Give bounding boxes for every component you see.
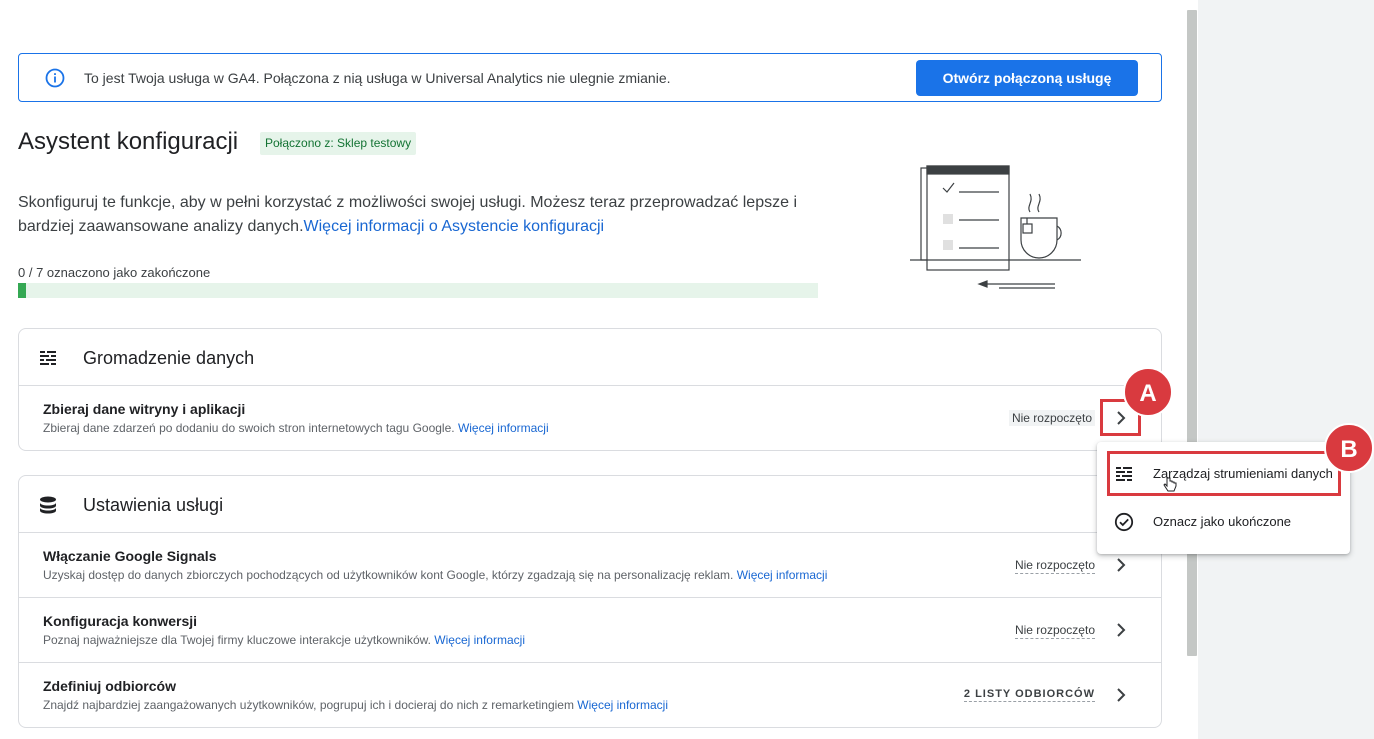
right-gutter [1198,0,1374,739]
setup-assistant-link[interactable]: Więcej informacji o Asystencie konfigura… [304,218,605,235]
section-property-settings: Ustawienia usługi Włączanie Google Signa… [18,475,1162,728]
section-header: Gromadzenie danych [19,329,1161,386]
connected-chip: Połączono z: Sklep testowy [260,132,417,155]
task-desc: Poznaj najważniejsze dla Twojej firmy kl… [43,633,525,647]
page-title: Asystent konfiguracji [18,128,239,155]
learn-more-link[interactable]: Więcej informacji [737,568,828,582]
status-badge: Nie rozpoczęto [1008,410,1095,426]
section-data-collection: Gromadzenie danych Zbieraj dane witryny … [18,328,1162,451]
status-badge: 2 LISTY ODBIORCÓW [963,688,1095,702]
task-desc-text: Poznaj najważniejsze dla Twojej firmy kl… [43,633,431,647]
task-desc-text: Uzyskaj dostęp do danych zbiorczych poch… [43,568,734,582]
task-title: Zbieraj dane witryny i aplikacji [43,401,246,417]
open-linked-property-button[interactable]: Otwórz połączoną usługę [916,60,1138,96]
task-desc-text: Znajdź najbardziej zaangażowanych użytko… [43,698,574,712]
progress-bar [18,283,818,298]
checklist-coffee-illustration [910,165,1081,289]
status-badge: Nie rozpoczęto [1014,558,1095,574]
check-circle-icon [1114,512,1134,532]
task-desc: Znajdź najbardziej zaangażowanych użytko… [43,698,668,712]
status-badge: Nie rozpoczęto [1014,623,1095,639]
task-row-conversions[interactable]: Konfiguracja konwersji Poznaj najważniej… [19,598,1161,663]
progress-label: 0 / 7 oznaczono jako zakończone [18,265,211,280]
task-title: Włączanie Google Signals [43,548,217,564]
section-header: Ustawienia usługi [19,476,1161,533]
info-banner: To jest Twoja usługa w GA4. Połączona z … [18,53,1162,102]
annotation-badge-a: A [1123,367,1173,417]
task-row-collect-data[interactable]: Zbieraj dane witryny i aplikacji Zbieraj… [19,386,1161,451]
intro-text: Skonfiguruj te funkcje, aby w pełni korz… [18,191,818,239]
learn-more-link[interactable]: Więcej informacji [458,421,549,435]
chevron-right-icon[interactable] [1111,685,1131,705]
database-icon [40,496,56,514]
info-icon [45,68,65,88]
task-row-audiences[interactable]: Zdefiniuj odbiorców Znajdź najbardziej z… [19,663,1161,728]
section-title: Gromadzenie danych [83,348,255,368]
task-title: Zdefiniuj odbiorców [43,678,176,694]
task-title: Konfiguracja konwersji [43,613,198,629]
task-desc: Zbieraj dane zdarzeń po dodaniu do swoic… [43,421,549,435]
task-desc: Uzyskaj dostęp do danych zbiorczych poch… [43,568,827,582]
annotation-badge-b: B [1324,423,1374,473]
learn-more-link[interactable]: Więcej informacji [577,698,668,712]
scrollbar[interactable] [1187,10,1197,656]
progress-fill [18,283,26,298]
chevron-right-icon[interactable] [1111,555,1131,575]
data-streams-icon [40,351,56,365]
learn-more-link[interactable]: Więcej informacji [434,633,525,647]
hand-cursor-icon [1163,477,1177,492]
task-row-google-signals[interactable]: Włączanie Google Signals Uzyskaj dostęp … [19,533,1161,598]
menu-item-label: Oznacz jako ukończone [1153,514,1292,529]
banner-text: To jest Twoja usługa w GA4. Połączona z … [84,70,671,86]
section-title: Ustawienia usługi [83,495,224,515]
menu-item-mark-complete[interactable]: Oznacz jako ukończone [1097,498,1350,546]
annotation-highlight-b [1107,451,1341,496]
task-desc-text: Zbieraj dane zdarzeń po dodaniu do swoic… [43,421,455,435]
chevron-right-icon[interactable] [1111,620,1131,640]
